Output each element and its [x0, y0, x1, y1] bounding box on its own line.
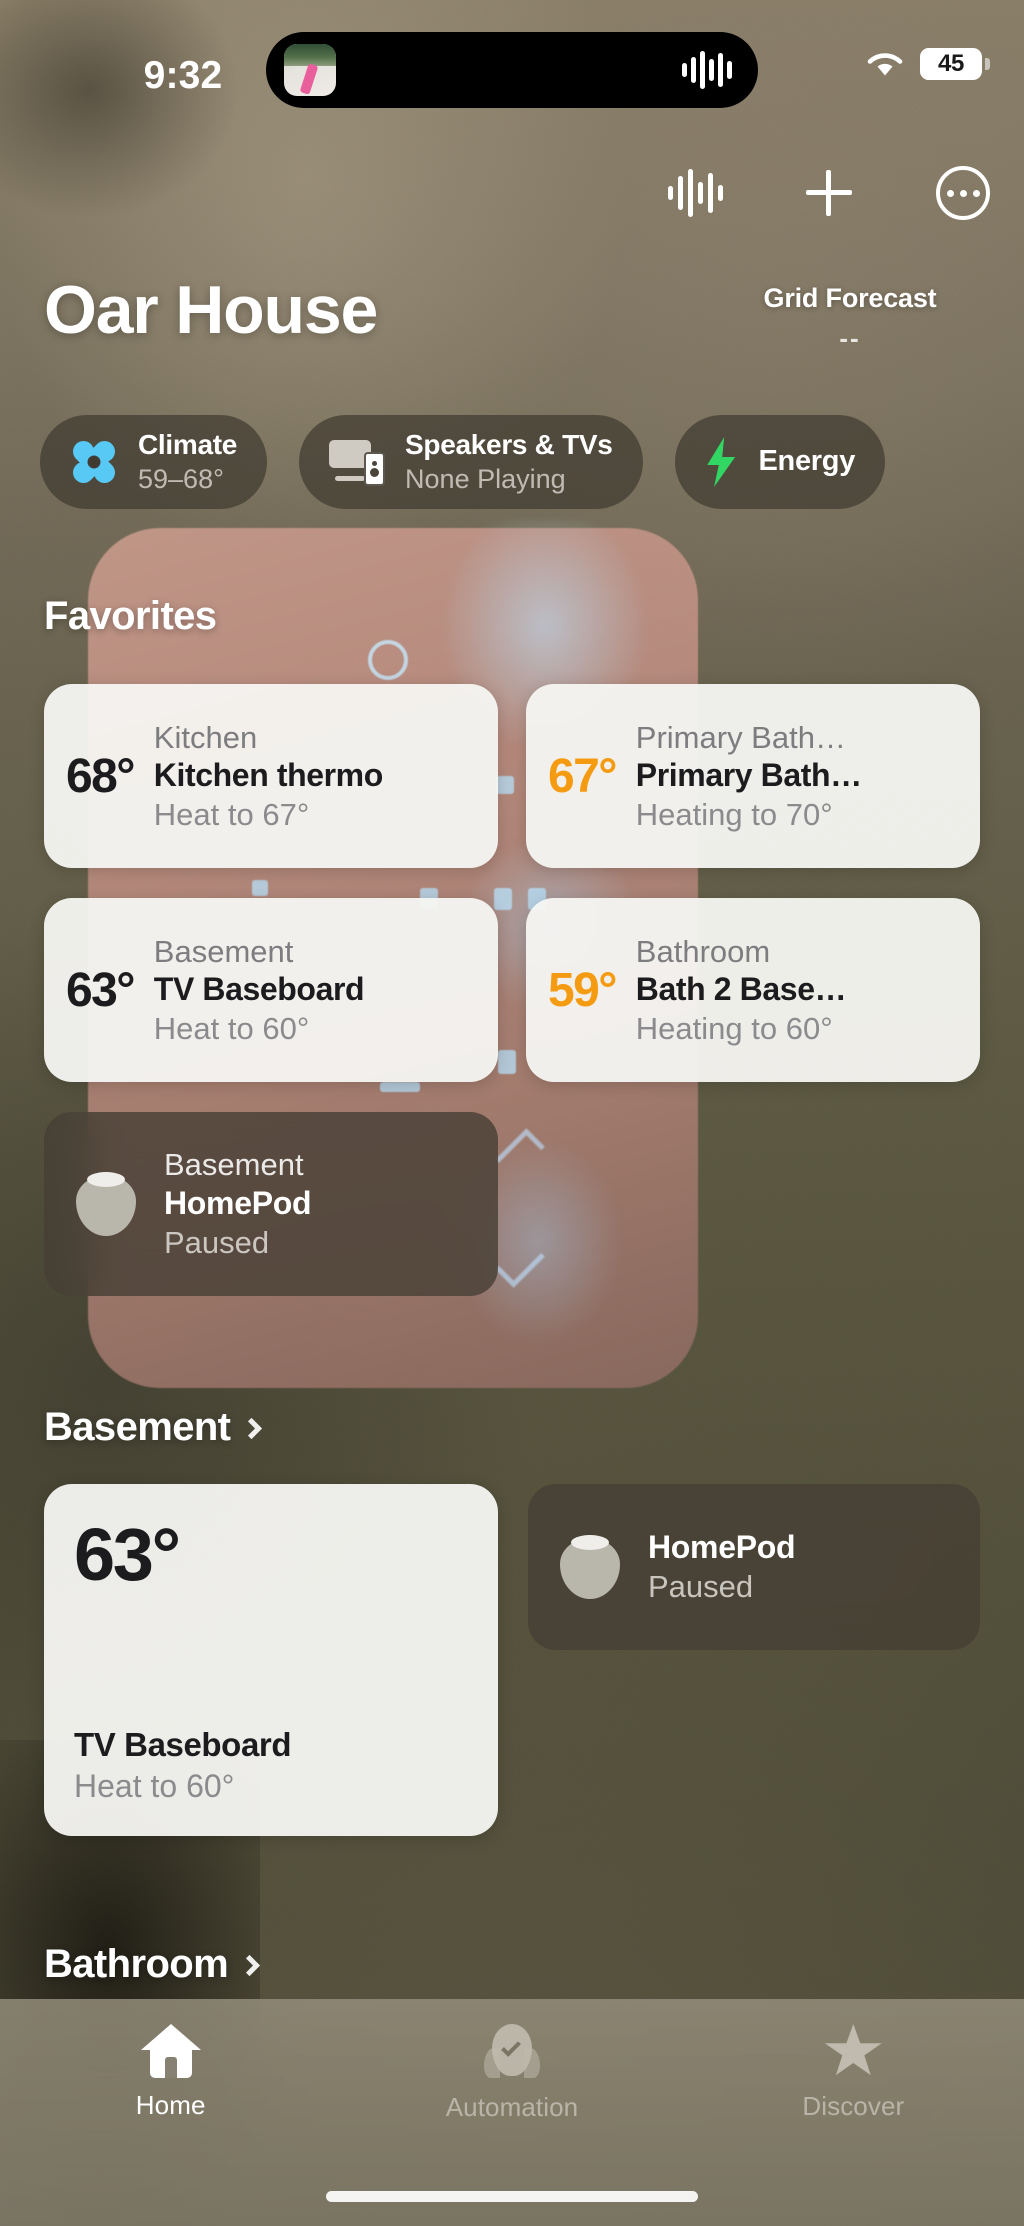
grid-forecast-value: -- [839, 323, 861, 353]
tile-state: Paused [164, 1224, 270, 1260]
homepod-icon [70, 1168, 142, 1240]
home-app-screen: 9:32 45 Oar House Grid Forecast -- Clima… [0, 0, 1024, 2226]
chevron-right-icon [241, 1417, 263, 1440]
album-art-thumbnail [284, 44, 336, 96]
dynamic-island[interactable] [266, 32, 758, 108]
favorites-heading-label: Favorites [44, 594, 217, 638]
more-options-button[interactable] [932, 162, 994, 224]
tile-room: Primary Bath… [635, 719, 846, 755]
lightning-bolt-icon [707, 437, 736, 487]
fan-icon [68, 436, 120, 488]
tile-name: TV Baseboard [74, 1726, 292, 1764]
page-title[interactable]: Oar House [44, 271, 378, 349]
tab-bar: Home Automation Discover [0, 1999, 1024, 2226]
room-tile-tv-baseboard[interactable]: 63° TV Baseboard Heat to 60° [44, 1484, 498, 1836]
room-heading-label: Bathroom [44, 1942, 229, 1986]
tile-room: Bathroom [635, 933, 771, 969]
home-toolbar [664, 162, 994, 224]
tile-temperature: 63° [66, 963, 135, 1017]
plus-icon [806, 170, 852, 216]
tab-label-home: Home [135, 2090, 206, 2120]
favorites-heading: Favorites [44, 594, 217, 639]
grid-forecast[interactable]: Grid Forecast -- [700, 283, 1000, 354]
star-icon [824, 2024, 882, 2076]
automation-icon [482, 2024, 542, 2080]
chip-title-climate: Climate [138, 428, 238, 460]
room-tile-homepod[interactable]: HomePod Paused [528, 1484, 980, 1650]
wifi-icon [867, 53, 903, 76]
tile-name: Bath 2 Base… [635, 971, 847, 1008]
status-bar-time: 9:32 [143, 54, 223, 97]
tile-state: Heating to 60° [635, 1010, 833, 1046]
favorite-tile-kitchen-thermo[interactable]: 68° Kitchen Kitchen thermo Heat to 67° [44, 684, 498, 868]
battery-percent-label: 45 [937, 50, 965, 77]
tile-state: Heat to 60° [153, 1010, 310, 1046]
tab-label-discover: Discover [802, 2091, 905, 2121]
chip-subtitle-climate: 59–68° [138, 463, 224, 494]
tv-speaker-icon [329, 438, 386, 486]
ellipsis-circle-icon [936, 166, 990, 220]
house-icon [140, 2024, 201, 2078]
tab-label-automation: Automation [445, 2092, 579, 2122]
audio-waveform-icon [682, 50, 732, 90]
tile-state: Paused [648, 1568, 754, 1604]
tile-state: Heating to 70° [635, 796, 833, 832]
favorite-tile-primary-bath[interactable]: 67° Primary Bath… Primary Bath… Heating … [526, 684, 980, 868]
room-heading-bathroom[interactable]: Bathroom [44, 1942, 261, 1987]
tile-state: Heat to 60° [74, 1767, 235, 1804]
chip-subtitle-speakers-tvs: None Playing [405, 463, 566, 494]
status-bar: 9:32 45 [0, 0, 1024, 120]
tile-name: Primary Bath… [635, 757, 862, 794]
favorite-tile-bath-2-baseboard[interactable]: 59° Bathroom Bath 2 Base… Heating to 60° [526, 898, 980, 1082]
home-indicator[interactable] [326, 2191, 698, 2202]
tile-name: HomePod [648, 1528, 796, 1565]
chevron-right-icon [238, 1954, 261, 1977]
tile-room: Kitchen [153, 719, 258, 755]
grid-forecast-title: Grid Forecast [763, 283, 937, 313]
room-heading-basement[interactable]: Basement [44, 1405, 263, 1450]
tile-room: Basement [164, 1146, 304, 1182]
tile-name: HomePod [164, 1185, 312, 1222]
tab-discover[interactable]: Discover [728, 2024, 978, 2122]
tile-temperature: 63° [74, 1513, 181, 1596]
category-chip-climate[interactable]: Climate 59–68° [40, 415, 268, 509]
status-bar-indicators: 45 [864, 48, 990, 80]
tile-state: Heat to 67° [153, 796, 310, 832]
homepod-icon [554, 1531, 626, 1603]
tab-home[interactable]: Home [46, 2024, 296, 2121]
chip-title-speakers-tvs: Speakers & TVs [405, 428, 613, 460]
tile-temperature: 67° [548, 749, 617, 803]
chip-title-energy: Energy [758, 445, 856, 478]
favorite-tile-tv-baseboard[interactable]: 63° Basement TV Baseboard Heat to 60° [44, 898, 498, 1082]
home-scroll-content: Oar House Grid Forecast -- Climate 59–68… [0, 0, 1024, 2226]
battery-indicator: 45 [920, 48, 990, 80]
tile-temperature: 68° [66, 749, 135, 803]
tile-temperature: 59° [548, 963, 617, 1017]
add-button[interactable] [798, 162, 860, 224]
category-chip-energy[interactable]: Energy [674, 415, 886, 509]
waveform-button[interactable] [664, 162, 726, 224]
category-chip-row: Climate 59–68° Speakers & TVs None Playi… [40, 415, 886, 509]
tile-room: Basement [153, 933, 294, 969]
audio-waveform-icon [667, 169, 723, 217]
room-heading-label: Basement [44, 1405, 231, 1449]
favorite-tile-homepod[interactable]: Basement HomePod Paused [44, 1112, 498, 1296]
tile-name: Kitchen thermo [153, 757, 383, 794]
category-chip-speakers-tvs[interactable]: Speakers & TVs None Playing [299, 415, 643, 509]
tile-name: TV Baseboard [153, 971, 365, 1008]
tab-automation[interactable]: Automation [387, 2024, 637, 2123]
